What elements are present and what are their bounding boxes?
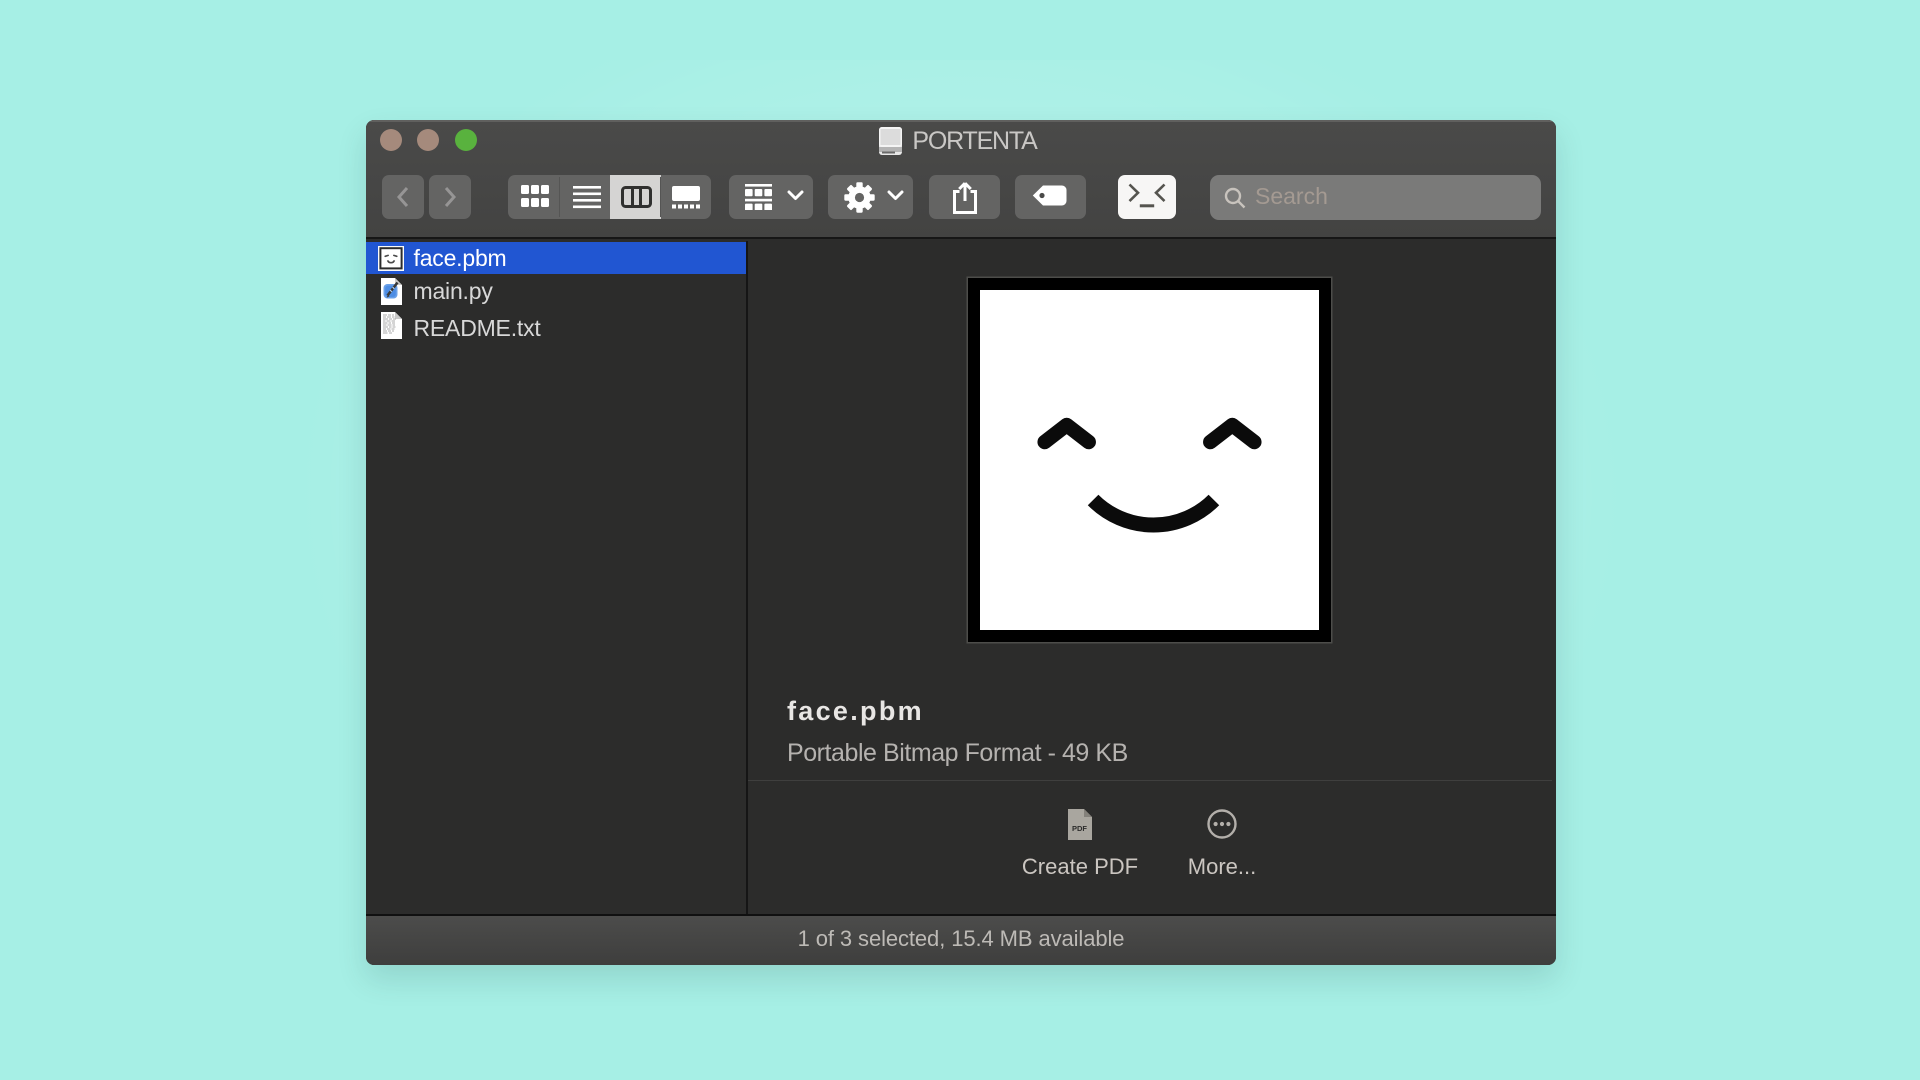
svg-text:PDF: PDF (1072, 824, 1087, 833)
